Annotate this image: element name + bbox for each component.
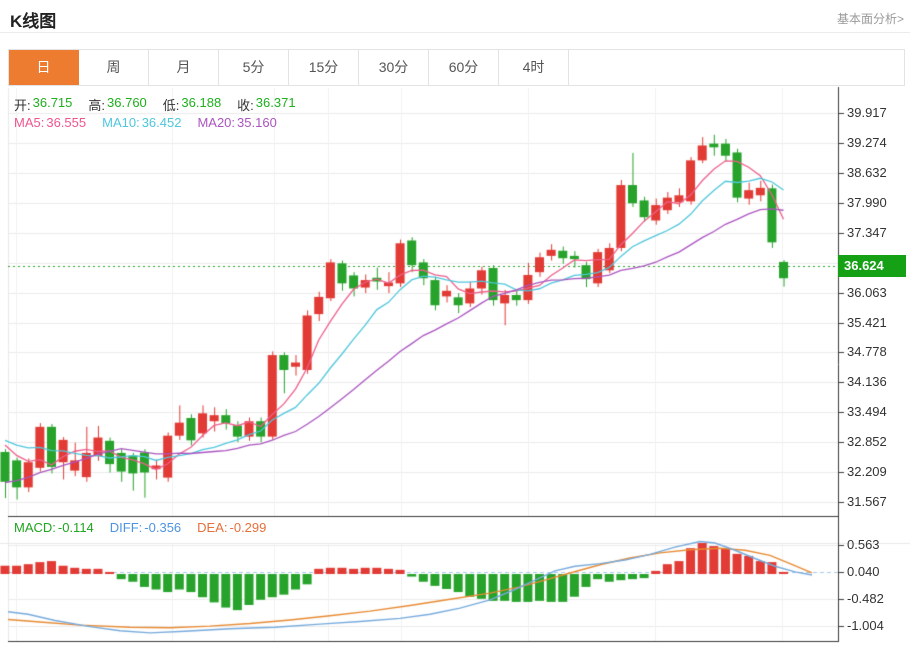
high-readout: 高:36.760	[88, 95, 146, 114]
y-axis-label: 0.563	[847, 537, 880, 552]
close-readout: 收:36.371	[237, 95, 295, 114]
y-axis-label: 38.632	[847, 165, 887, 180]
tab-day[interactable]: 日	[9, 50, 79, 85]
tab-4hour[interactable]: 4时	[499, 50, 569, 85]
y-axis-label: 31.567	[847, 494, 887, 509]
ma-readout: MA5:36.555 MA10:36.452 MA20:35.160	[14, 115, 277, 130]
ma20-readout: MA20:35.160	[197, 115, 276, 130]
y-axis-label: 37.347	[847, 225, 887, 240]
tab-week[interactable]: 周	[79, 50, 149, 85]
dea-value-readout: DEA:-0.299	[197, 520, 266, 535]
macd-readout: MACD:-0.114 DIFF:-0.356 DEA:-0.299	[14, 520, 266, 535]
ohlc-readout: 开:36.715 高:36.760 低:36.188 收:36.371	[14, 95, 296, 114]
tab-5min[interactable]: 5分	[219, 50, 289, 85]
y-axis-label: 39.917	[847, 105, 887, 120]
tab-month[interactable]: 月	[149, 50, 219, 85]
y-axis-label: 39.274	[847, 135, 887, 150]
y-axis-label: 0.040	[847, 564, 880, 579]
y-axis-label: 37.990	[847, 195, 887, 210]
page-title: K线图	[10, 7, 56, 32]
fundamental-analysis-link[interactable]: 基本面分析>	[837, 10, 904, 27]
low-readout: 低:36.188	[163, 95, 221, 114]
ma5-readout: MA5:36.555	[14, 115, 86, 130]
open-readout: 开:36.715	[14, 95, 72, 114]
current-price-tag: 36.624	[838, 255, 906, 277]
page-header: K线图 基本面分析>	[0, 0, 910, 33]
y-axis-label: 32.852	[847, 434, 887, 449]
macd-value-readout: MACD:-0.114	[14, 520, 94, 535]
y-axis-label: 33.494	[847, 404, 887, 419]
y-axis-label: 32.209	[847, 464, 887, 479]
ma10-readout: MA10:36.452	[102, 115, 181, 130]
kline-page: K线图 基本面分析> 日 周 月 5分 15分 30分 60分 4时 开:36.…	[0, 0, 910, 646]
y-axis-label: 34.136	[847, 374, 887, 389]
y-axis-label: 34.778	[847, 344, 887, 359]
y-axis-label: 36.063	[847, 285, 887, 300]
tab-15min[interactable]: 15分	[289, 50, 359, 85]
y-axis-label: -0.482	[847, 591, 884, 606]
y-axis-label: -1.004	[847, 618, 884, 633]
tab-30min[interactable]: 30分	[359, 50, 429, 85]
diff-value-readout: DIFF:-0.356	[110, 520, 181, 535]
tab-60min[interactable]: 60分	[429, 50, 499, 85]
y-axis-label: 35.421	[847, 315, 887, 330]
timeframe-tabs: 日 周 月 5分 15分 30分 60分 4时	[8, 49, 905, 86]
